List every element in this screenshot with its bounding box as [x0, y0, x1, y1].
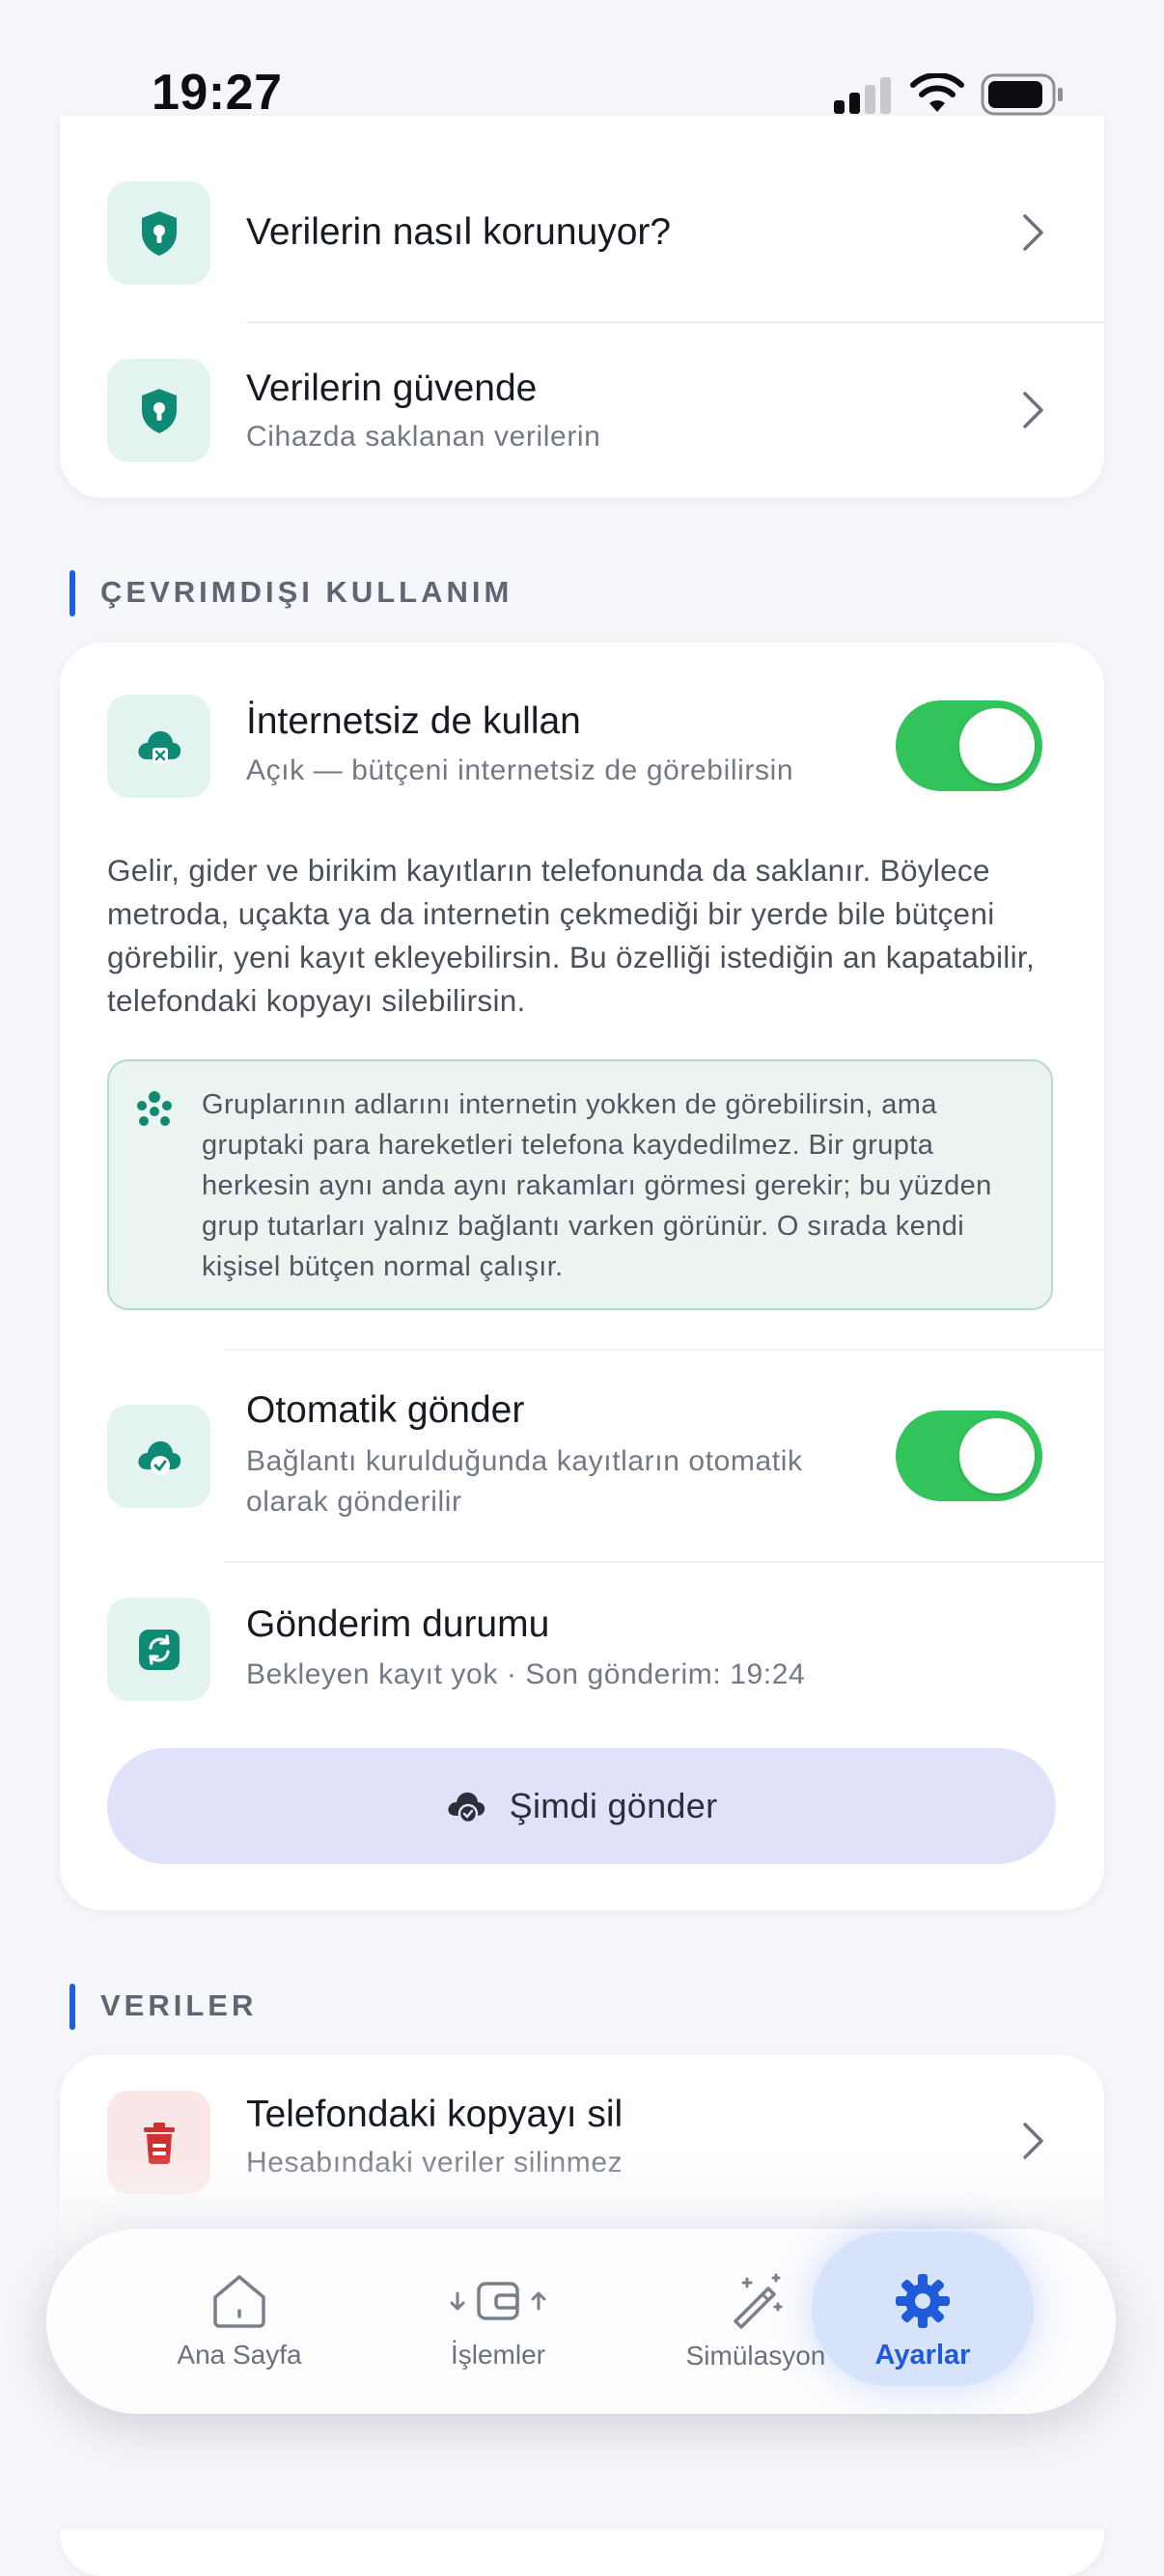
nav-item-home[interactable]: Ana Sayfa: [124, 2229, 355, 2414]
wallet-transfer-icon: [450, 2282, 546, 2320]
nav-label: İşlemler: [450, 2340, 545, 2370]
security-card: Verilerin nasıl korunuyor? Verilerin güv…: [60, 116, 1104, 498]
cloud-upload-icon: [448, 1792, 485, 1824]
section-label-offline: ÇEVRIMDIŞI KULLANIM: [100, 575, 513, 609]
item-title: Verilerin nasıl korunuyor?: [246, 211, 672, 253]
divider: [246, 321, 1104, 323]
chevron-right-icon: [1023, 214, 1043, 251]
shield-lock-icon: [107, 181, 210, 285]
auto-send-subtitle-line2: olarak gönderilir: [246, 1486, 462, 1518]
home-icon: [213, 2275, 265, 2328]
shield-lock-icon: [107, 359, 210, 462]
offline-card: İnternetsiz de kullan Açık — bütçeni int…: [60, 643, 1104, 1910]
offline-toggle-title: İnternetsiz de kullan: [246, 700, 581, 742]
offline-toggle-switch[interactable]: [896, 700, 1042, 791]
auto-send-title: Otomatik gönder: [246, 1389, 525, 1431]
nav-label: Ana Sayfa: [177, 2340, 302, 2370]
magic-wand-icon: [734, 2273, 783, 2329]
offline-toggle-subtitle: Açık — bütçeni internetsiz de görebilirs…: [246, 754, 794, 786]
auto-send-subtitle-line1: Bağlantı kurulduğunda kayıtların otomati…: [246, 1445, 803, 1477]
cellular-signal-icon: [834, 77, 891, 114]
auto-send-toggle-switch[interactable]: [896, 1411, 1042, 1501]
section-label-data: VERILER: [100, 1988, 258, 2022]
divider: [224, 1561, 1104, 1563]
nav-item-transactions[interactable]: İşlemler: [382, 2229, 614, 2414]
cloud-check-icon: [107, 1405, 210, 1508]
sync-icon: [107, 1598, 210, 1701]
section-accent-bar: [69, 570, 75, 617]
section-accent-bar: [69, 1984, 75, 2030]
send-now-label: Şimdi gönder: [509, 1786, 718, 1825]
send-status-subtitle: Bekleyen kayıt yok · Son gönderim: 19:24: [246, 1658, 806, 1690]
nav-label: Ayarlar: [874, 2339, 971, 2370]
battery-icon: [981, 73, 1063, 116]
toggle-knob: [959, 1418, 1035, 1494]
group-info-text: Gruplarının adlarını internetin yokken d…: [202, 1089, 992, 1282]
chevron-right-icon: [1023, 392, 1043, 428]
toggle-knob: [959, 708, 1035, 783]
group-people-icon: [137, 1091, 172, 1126]
cloud-offline-icon: [107, 695, 210, 798]
offline-description: Gelir, gider ve birikim kayıtların telef…: [107, 853, 1035, 1018]
delete-copy-title: Telefondaki kopyayı sil: [246, 2094, 624, 2135]
gear-icon: [896, 2273, 950, 2328]
send-now-button[interactable]: Şimdi gönder: [107, 1748, 1056, 1864]
status-time: 19:27: [152, 65, 283, 121]
divider: [224, 1349, 1104, 1351]
nav-label: Simülasyon: [685, 2341, 826, 2370]
send-status-title: Gönderim durumu: [246, 1603, 550, 1645]
nav-item-settings[interactable]: Ayarlar: [812, 2229, 1034, 2414]
item-subtitle: Cihazda saklanan verilerin: [246, 421, 601, 452]
group-info-box: Gruplarının adlarını internetin yokken d…: [107, 1059, 1053, 1310]
wifi-icon: [910, 73, 964, 112]
item-title: Verilerin güvende: [246, 368, 538, 409]
